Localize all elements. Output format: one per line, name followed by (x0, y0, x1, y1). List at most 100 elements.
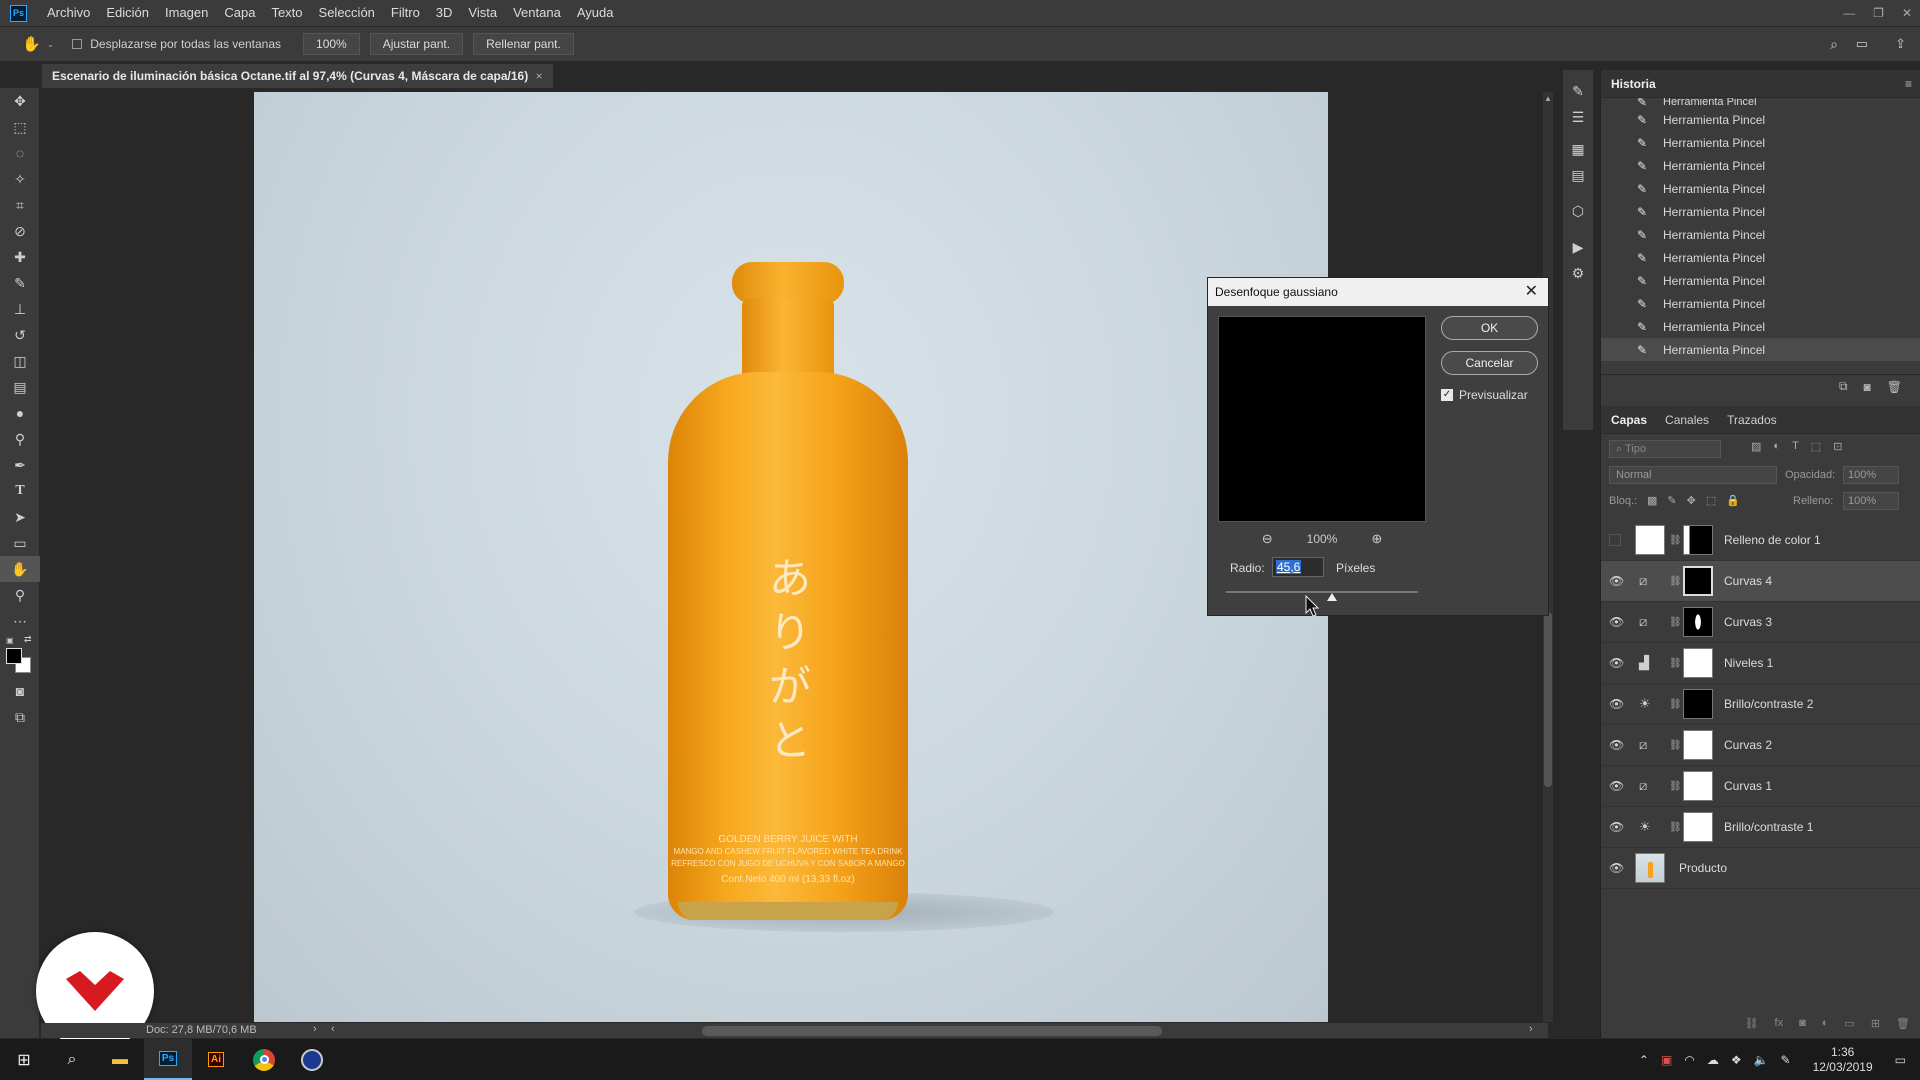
history-item-selected[interactable]: ✎ Herramienta Pincel (1601, 338, 1920, 361)
filter-pixel-icon[interactable]: ▨ (1751, 440, 1761, 453)
snapshot-camera-icon[interactable]: ◙ (1864, 380, 1871, 394)
menu-filtro[interactable]: Filtro (383, 0, 428, 26)
history-item[interactable]: ✎ Herramienta Pincel (1601, 223, 1920, 246)
opacity-input[interactable]: 100% (1843, 466, 1899, 484)
default-colors-icon[interactable]: ▣ (6, 636, 14, 645)
menu-3d[interactable]: 3D (428, 0, 461, 26)
history-item[interactable]: ✎ Herramienta Pincel (1601, 177, 1920, 200)
zoom-in-icon[interactable]: ⊕ (1371, 531, 1382, 547)
chrome-icon[interactable] (240, 1039, 288, 1080)
link-layers-icon[interactable]: ⛓ (1745, 1017, 1759, 1030)
preview-option[interactable]: ✓ Previsualizar (1441, 388, 1528, 402)
stamp-tool-icon[interactable]: ⊥ (0, 296, 40, 322)
add-mask-icon[interactable]: ◙ (1799, 1017, 1806, 1030)
tab-trazados[interactable]: Trazados (1727, 413, 1777, 427)
lock-all-icon[interactable]: 🔒 (1726, 494, 1740, 507)
tool-preset-chevron-icon[interactable]: ⌄ (47, 39, 55, 50)
new-document-from-state-icon[interactable]: ⧉ (1839, 379, 1848, 394)
eye-icon[interactable]: 👁 (1609, 615, 1624, 629)
panel-menu-icon[interactable]: ≡ (1905, 77, 1912, 91)
brush-settings-icon[interactable]: ✎ (1563, 78, 1593, 104)
color-swatches[interactable]: ▣ ⇄ (0, 634, 39, 678)
filter-smart-icon[interactable]: ⊡ (1833, 440, 1842, 453)
blend-mode-select[interactable]: Normal (1609, 466, 1777, 484)
layer-row[interactable]: 👁 ⧄ ⛓ Curvas 1 (1601, 766, 1920, 807)
type-tool-icon[interactable]: T (0, 478, 40, 504)
screen-mode-icon[interactable]: ⧉ (0, 704, 40, 730)
menu-seleccion[interactable]: Selección (311, 0, 383, 26)
document-tab[interactable]: Escenario de iluminación básica Octane.t… (42, 64, 553, 88)
visibility-toggle-empty[interactable] (1609, 534, 1621, 546)
radius-input[interactable]: 45,6 (1272, 557, 1324, 577)
zoom-100-button[interactable]: 100% (303, 33, 360, 55)
menu-edicion[interactable]: Edición (98, 0, 157, 26)
dialog-titlebar[interactable]: Desenfoque gaussiano ✕ (1208, 278, 1548, 306)
network-icon[interactable]: ◠ (1684, 1053, 1694, 1067)
history-item[interactable]: ✎ Herramienta Pincel (1601, 269, 1920, 292)
marquee-tool-icon[interactable]: ⬚ (0, 114, 40, 140)
crop-tool-icon[interactable]: ⌗ (0, 192, 40, 218)
history-item[interactable]: ✎ Herramienta Pincel (1601, 98, 1920, 108)
tab-historia[interactable]: Historia (1611, 77, 1656, 91)
lasso-tool-icon[interactable]: ◌ (0, 140, 40, 166)
blur-preview[interactable] (1218, 316, 1426, 522)
more-tools-icon[interactable]: ⋯ (0, 608, 40, 634)
dropbox-icon[interactable]: ❖ (1731, 1053, 1742, 1067)
quick-mask-icon[interactable]: ◙ (0, 678, 40, 704)
zoom-out-icon[interactable]: ⊖ (1262, 531, 1273, 547)
radius-slider[interactable] (1226, 591, 1418, 601)
restore-icon[interactable]: ❐ (1873, 6, 1884, 20)
lock-image-icon[interactable]: ✎ (1667, 494, 1676, 507)
tray-app-icon[interactable]: ▣ (1661, 1053, 1672, 1067)
pen-tool-icon[interactable]: ✒ (0, 452, 40, 478)
photoshop-taskbar-icon[interactable]: Ps (144, 1039, 192, 1080)
eye-icon[interactable]: 👁 (1609, 820, 1624, 834)
layer-row[interactable]: 👁 ☀ ⛓ Brillo/contraste 2 (1601, 684, 1920, 725)
windows-start-icon[interactable]: ⊞ (0, 1039, 48, 1080)
history-item[interactable]: ✎ Herramienta Pincel (1601, 200, 1920, 223)
scroll-up-arrow[interactable]: ▲ (1544, 94, 1552, 103)
new-layer-icon[interactable]: ⊞ (1871, 1017, 1880, 1030)
libraries-icon[interactable]: ▦ (1563, 136, 1593, 162)
menu-vista[interactable]: Vista (460, 0, 505, 26)
share-icon[interactable]: ⇪ (1895, 36, 1906, 52)
search-taskbar-icon[interactable]: ⌕ (48, 1039, 96, 1080)
menu-ayuda[interactable]: Ayuda (569, 0, 622, 26)
ok-button[interactable]: OK (1441, 316, 1538, 340)
filter-type-icon[interactable]: T (1792, 440, 1799, 453)
filter-shape-icon[interactable]: ⬚ (1811, 440, 1821, 453)
foreground-color[interactable] (6, 648, 22, 664)
file-explorer-icon[interactable]: ▬ (96, 1039, 144, 1080)
history-item[interactable]: ✎ Herramienta Pincel (1601, 131, 1920, 154)
eye-icon[interactable]: 👁 (1609, 861, 1624, 875)
tray-expand-icon[interactable]: ⌃ (1639, 1053, 1649, 1067)
fit-screen-button[interactable]: Ajustar pant. (369, 33, 464, 55)
radius-slider-thumb[interactable] (1326, 593, 1337, 601)
menu-ventana[interactable]: Ventana (505, 0, 569, 26)
tab-capas[interactable]: Capas (1611, 413, 1647, 427)
eye-icon[interactable]: 👁 (1609, 738, 1624, 752)
3d-icon[interactable]: ⬡ (1563, 198, 1593, 224)
history-item[interactable]: ✎ Herramienta Pincel (1601, 154, 1920, 177)
hand-tool-selected-icon[interactable]: ✋ (0, 556, 40, 582)
properties-icon[interactable]: ⚙ (1563, 260, 1593, 286)
layer-row[interactable]: 👁 ☀ ⛓ Brillo/contraste 1 (1601, 807, 1920, 848)
blur-tool-icon[interactable]: ● (0, 400, 40, 426)
notes-icon[interactable]: ▤ (1563, 162, 1593, 188)
scroll-right-arrow[interactable]: › (1529, 1023, 1533, 1035)
swap-colors-icon[interactable]: ⇄ (24, 634, 32, 645)
menu-archivo[interactable]: Archivo (39, 0, 98, 26)
filter-adjustment-icon[interactable]: ◐ (1773, 440, 1780, 453)
clock[interactable]: 1:36 12/03/2019 (1813, 1045, 1873, 1075)
status-menu-arrow-icon[interactable]: › (313, 1023, 317, 1035)
history-item[interactable]: ✎ Herramienta Pincel (1601, 315, 1920, 338)
fill-input[interactable]: 100% (1843, 492, 1899, 510)
lock-position-icon[interactable]: ✥ (1687, 494, 1696, 507)
brush-tool-icon[interactable]: ✎ (0, 270, 40, 296)
vertical-scroll-thumb[interactable] (1544, 612, 1552, 787)
scroll-all-checkbox[interactable] (72, 39, 83, 49)
fill-screen-button[interactable]: Rellenar pant. (473, 33, 574, 55)
healing-brush-icon[interactable]: ✚ (0, 244, 40, 270)
adjustments-icon[interactable]: ☰ (1563, 104, 1593, 130)
layer-row[interactable]: 👁 ⧄ ⛓ Curvas 2 (1601, 725, 1920, 766)
